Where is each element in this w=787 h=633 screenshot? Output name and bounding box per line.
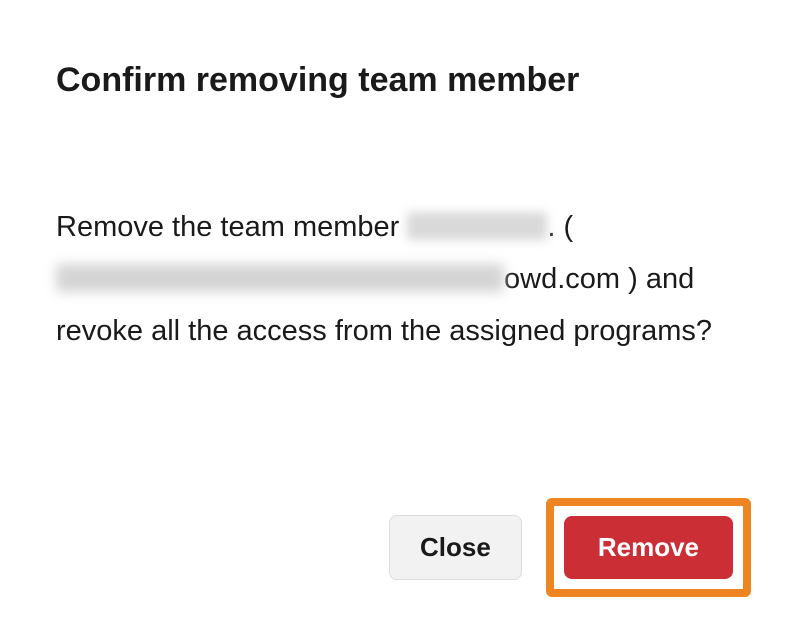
- remove-button[interactable]: Remove: [564, 516, 733, 579]
- remove-button-highlight: Remove: [546, 498, 751, 597]
- redacted-member-email: [56, 264, 504, 292]
- body-after-name: . (: [547, 211, 573, 243]
- close-button[interactable]: Close: [389, 515, 522, 580]
- body-email-suffix: owd.com ): [504, 263, 638, 295]
- dialog-body: Remove the team member . (owd.com ) and …: [56, 201, 731, 358]
- dialog-actions: Close Remove: [389, 498, 751, 597]
- redacted-member-name: [407, 212, 547, 240]
- body-prefix: Remove the team member: [56, 211, 407, 243]
- dialog-title: Confirm removing team member: [56, 60, 731, 101]
